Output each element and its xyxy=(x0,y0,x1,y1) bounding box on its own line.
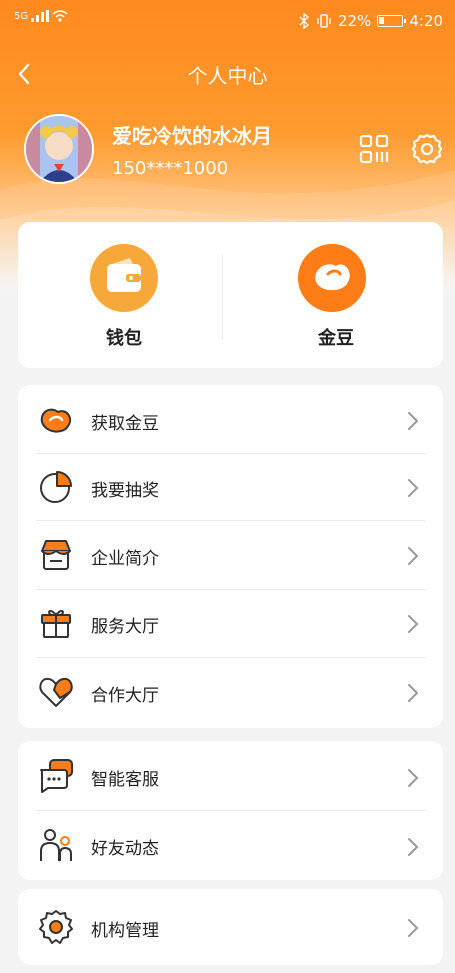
chat-icon xyxy=(40,759,73,793)
chevron-right-icon xyxy=(408,919,419,937)
user-name: 爱吃冷饮的水冰月 xyxy=(112,124,272,148)
qr-code-icon[interactable] xyxy=(359,134,389,164)
menu-label-company-intro: 企业简介 xyxy=(91,549,159,569)
menu-item-service-hall[interactable]: 服务大厅 xyxy=(18,590,443,657)
battery-icon xyxy=(377,15,407,27)
handshake-heart-icon xyxy=(39,677,73,707)
gift-icon xyxy=(41,609,71,638)
chevron-right-icon xyxy=(408,615,419,633)
menu-label-lottery: 我要抽奖 xyxy=(91,481,159,501)
wifi-icon xyxy=(52,10,68,22)
menu-label-smart-support: 智能客服 xyxy=(91,770,159,790)
menu-group-main: 获取金豆 我要抽奖 企业简介 服务大厅 合作大厅 xyxy=(18,385,443,728)
wallet-entry[interactable]: 钱包 xyxy=(18,222,230,368)
battery-percent: 22% xyxy=(337,12,372,30)
gear-icon xyxy=(39,910,73,944)
menu-item-lottery[interactable]: 我要抽奖 xyxy=(18,454,443,520)
menu-group-admin: 机构管理 xyxy=(18,889,443,965)
bean-icon xyxy=(40,408,72,433)
network-type: 5G xyxy=(14,11,29,22)
wallet-icon xyxy=(90,244,158,312)
avatar[interactable] xyxy=(24,114,94,184)
menu-item-cooperation-hall[interactable]: 合作大厅 xyxy=(18,658,443,726)
bluetooth-icon xyxy=(299,13,310,29)
menu-item-smart-support[interactable]: 智能客服 xyxy=(18,741,443,810)
user-phone: 150****1000 xyxy=(112,158,229,179)
menu-label-friend-activity: 好友动态 xyxy=(91,839,159,859)
avatar-image xyxy=(26,116,92,182)
menu-item-get-beans[interactable]: 获取金豆 xyxy=(18,385,443,453)
menu-item-friend-activity[interactable]: 好友动态 xyxy=(18,811,443,880)
page-title: 个人中心 xyxy=(187,64,268,88)
chevron-right-icon xyxy=(408,769,419,787)
vibrate-icon xyxy=(317,14,331,28)
navigation-bar: 个人中心 xyxy=(0,56,455,94)
menu-label-get-beans: 获取金豆 xyxy=(91,414,159,434)
menu-item-org-management[interactable]: 机构管理 xyxy=(18,889,443,965)
assets-card: 钱包 金豆 xyxy=(18,222,443,368)
menu-label-cooperation-hall: 合作大厅 xyxy=(91,686,159,706)
friends-icon xyxy=(40,829,72,861)
signal-icon xyxy=(31,10,50,22)
menu-label-org-management: 机构管理 xyxy=(91,921,159,941)
shop-icon xyxy=(41,540,71,570)
gold-bean-label: 金豆 xyxy=(318,328,354,349)
pie-lottery-icon xyxy=(40,471,72,503)
menu-label-service-hall: 服务大厅 xyxy=(91,617,159,637)
wallet-label: 钱包 xyxy=(106,328,142,349)
gold-bean-entry[interactable]: 金豆 xyxy=(230,222,442,368)
settings-gear-icon[interactable] xyxy=(410,132,444,166)
signal-indicator: 5G xyxy=(14,10,68,22)
chevron-right-icon xyxy=(408,684,419,702)
chevron-right-icon xyxy=(408,479,419,497)
chevron-right-icon xyxy=(408,412,419,430)
assets-divider xyxy=(222,254,223,340)
chevron-right-icon xyxy=(408,838,419,856)
menu-group-social: 智能客服 好友动态 xyxy=(18,741,443,880)
menu-item-company-intro[interactable]: 企业简介 xyxy=(18,521,443,589)
chevron-right-icon xyxy=(408,547,419,565)
user-profile: 爱吃冷饮的水冰月 150****1000 xyxy=(24,114,444,186)
status-bar: 5G 22% 4:20 xyxy=(0,0,455,44)
gold-bean-icon xyxy=(298,244,366,312)
clock: 4:20 xyxy=(409,12,443,30)
